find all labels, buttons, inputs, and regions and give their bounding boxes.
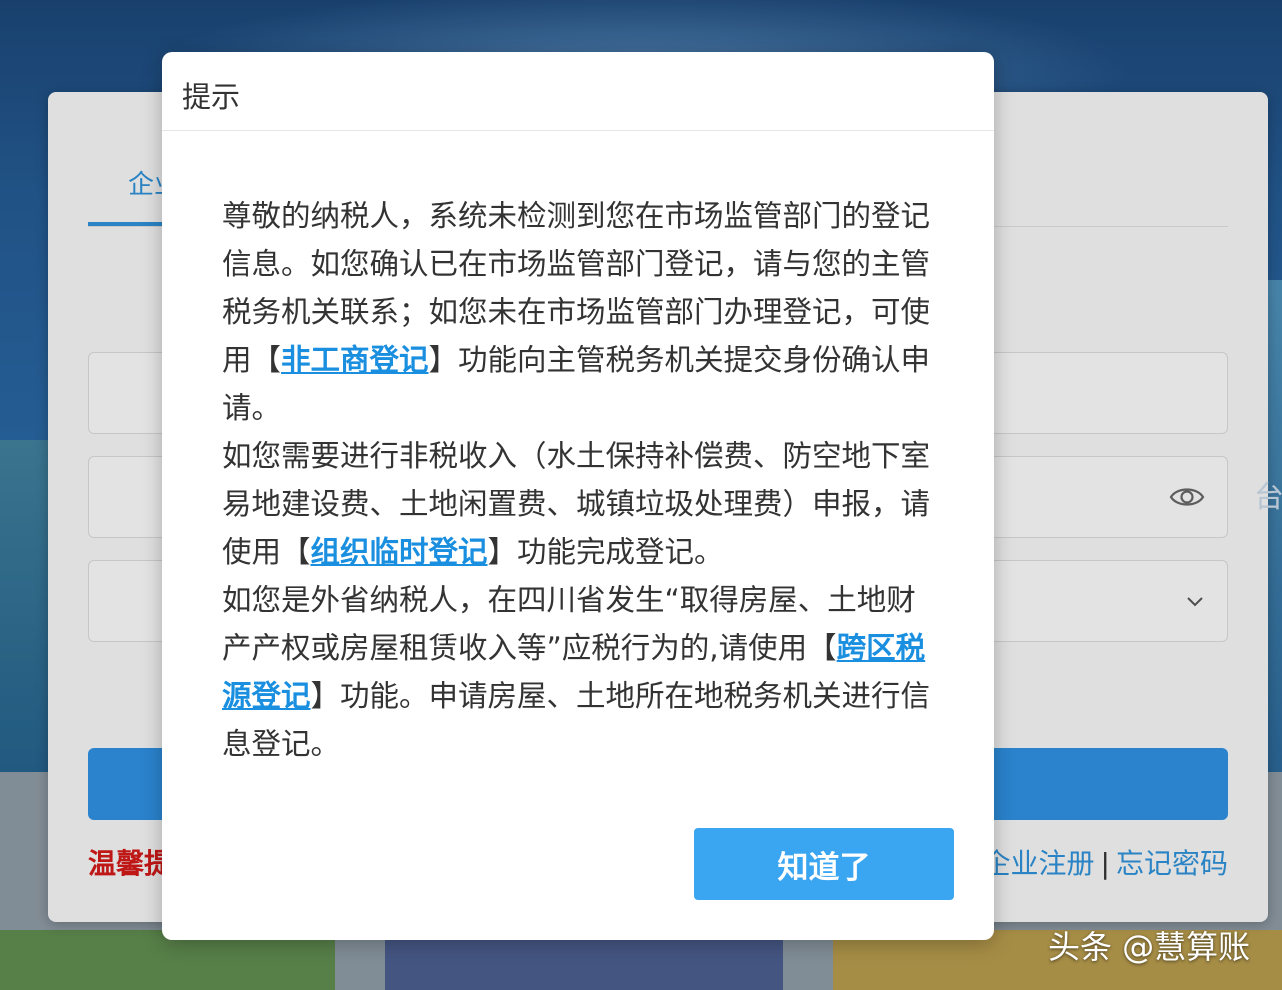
- temporary-org-registration-link[interactable]: 组织临时登记: [311, 535, 488, 569]
- dialog-body: 尊敬的纳税人，系统未检测到您在市场监管部门的登记信息。如您确认已在市场监管部门登…: [222, 192, 934, 768]
- paragraph-text: 】功能完成登记。: [487, 535, 724, 569]
- acknowledge-button[interactable]: 知道了: [694, 828, 954, 900]
- notice-paragraph-3: 如您是外省纳税人，在四川省发生“取得房屋、土地财产产权或房屋租赁收入等”应税行为…: [222, 576, 934, 768]
- notice-paragraph-1: 尊敬的纳税人，系统未检测到您在市场监管部门的登记信息。如您确认已在市场监管部门登…: [222, 192, 934, 432]
- paragraph-text: 】功能。申请房屋、土地所在地税务机关进行信息登记。: [222, 679, 931, 761]
- dialog-header: 提示: [162, 52, 994, 131]
- watermark: 头条 @慧算账: [1048, 928, 1251, 966]
- notice-paragraph-2: 如您需要进行非税收入（水土保持补偿费、防空地下室易地建设费、土地闲置费、城镇垃圾…: [222, 432, 934, 576]
- non-business-registration-link[interactable]: 非工商登记: [281, 343, 429, 377]
- paragraph-text: 如您是外省纳税人，在四川省发生“取得房屋、土地财产产权或房屋租赁收入等”应税行为…: [222, 583, 916, 665]
- dialog-title: 提示: [182, 80, 241, 114]
- notice-dialog: 提示 尊敬的纳税人，系统未检测到您在市场监管部门的登记信息。如您确认已在市场监管…: [162, 52, 994, 940]
